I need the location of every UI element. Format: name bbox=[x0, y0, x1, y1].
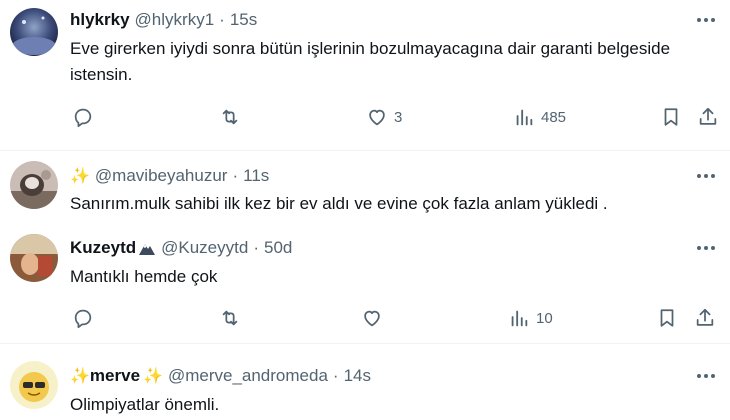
views-count: 10 bbox=[536, 309, 553, 327]
user-handle[interactable]: @merve_andromeda bbox=[168, 366, 328, 386]
retweet-icon bbox=[218, 106, 242, 128]
bookmark-button[interactable] bbox=[656, 307, 678, 329]
reply-button[interactable] bbox=[72, 106, 94, 128]
like-count: 3 bbox=[394, 108, 403, 126]
display-name[interactable]: hlykrky bbox=[70, 10, 130, 30]
like-icon bbox=[361, 307, 383, 329]
retweet-icon bbox=[218, 307, 242, 329]
user-handle[interactable]: @Kuzeyytd bbox=[161, 238, 248, 258]
tweet-text: Olimpiyatlar önemli. bbox=[70, 395, 220, 414]
mountain-emoji-icon bbox=[138, 240, 156, 256]
timestamp[interactable]: 14s bbox=[344, 366, 371, 386]
retweet-button[interactable] bbox=[218, 307, 242, 329]
share-icon bbox=[694, 307, 716, 329]
sparkle-icon: ✨ bbox=[70, 368, 90, 385]
like-icon bbox=[366, 106, 388, 128]
avatar[interactable] bbox=[10, 234, 58, 282]
more-icon[interactable] bbox=[694, 10, 718, 30]
avatar[interactable] bbox=[10, 8, 58, 56]
tweet-header: ✨ merve ✨ @merve_andromeda · 14s bbox=[70, 364, 371, 388]
more-icon[interactable] bbox=[694, 166, 718, 186]
avatar[interactable] bbox=[10, 161, 58, 209]
tweet[interactable]: Kuzeytd @Kuzeyytd · 50d Mantıklı hemde ç… bbox=[0, 224, 730, 344]
share-button[interactable] bbox=[697, 106, 719, 128]
like-button[interactable] bbox=[361, 307, 383, 329]
views-count: 485 bbox=[541, 108, 567, 126]
tweet-text: Mantıklı hemde çok bbox=[70, 267, 218, 286]
tweet-text: Sanırım.mulk sahibi ilk kez bir ev aldı … bbox=[70, 194, 608, 213]
tweet-header: Kuzeytd @Kuzeyytd · 50d bbox=[70, 236, 292, 260]
share-icon bbox=[697, 106, 719, 128]
sparkle-icon: ✨ bbox=[143, 368, 163, 385]
bookmark-icon bbox=[656, 307, 678, 329]
tweet[interactable]: ✨ merve ✨ @merve_andromeda · 14s Olimpiy… bbox=[0, 355, 730, 420]
timestamp[interactable]: 50d bbox=[264, 238, 292, 258]
tweet-header: ✨ @mavibeyahuzur · 11s bbox=[70, 164, 269, 188]
separator-dot: · bbox=[219, 10, 225, 29]
tweet[interactable]: ✨ @mavibeyahuzur · 11s Sanırım.mulk sahi… bbox=[0, 151, 730, 224]
views-button[interactable]: 10 bbox=[508, 307, 553, 329]
user-handle[interactable]: @hlykrky1 bbox=[135, 10, 215, 30]
tweet-header: hlykrky @hlykrky1 · 15s bbox=[70, 8, 257, 32]
more-icon[interactable] bbox=[694, 366, 718, 386]
timestamp[interactable]: 11s bbox=[243, 166, 269, 186]
bookmark-button[interactable] bbox=[660, 106, 682, 128]
views-button[interactable]: 485 bbox=[513, 106, 566, 128]
reply-button[interactable] bbox=[72, 307, 94, 329]
like-button[interactable]: 3 bbox=[366, 106, 402, 128]
sparkle-icon: ✨ bbox=[70, 168, 90, 185]
views-icon bbox=[508, 307, 530, 329]
reply-icon bbox=[72, 106, 94, 128]
separator-dot: · bbox=[253, 238, 259, 257]
avatar[interactable] bbox=[10, 361, 58, 409]
tweet[interactable]: hlykrky @hlykrky1 · 15s Eve girerken iyi… bbox=[0, 0, 730, 151]
retweet-button[interactable] bbox=[218, 106, 242, 128]
separator-dot: · bbox=[232, 166, 239, 185]
share-button[interactable] bbox=[694, 307, 716, 329]
separator-dot: · bbox=[332, 366, 339, 385]
timestamp[interactable]: 15s bbox=[230, 10, 257, 30]
tweet-text: Eve girerken iyiydi sonra bütün işlerini… bbox=[70, 39, 671, 84]
views-icon bbox=[513, 106, 535, 128]
more-icon[interactable] bbox=[694, 238, 718, 258]
reply-icon bbox=[72, 307, 94, 329]
user-handle[interactable]: @mavibeyahuzur bbox=[95, 166, 228, 186]
display-name[interactable]: Kuzeytd bbox=[70, 238, 136, 258]
bookmark-icon bbox=[660, 106, 682, 128]
display-name[interactable]: merve bbox=[90, 366, 140, 386]
